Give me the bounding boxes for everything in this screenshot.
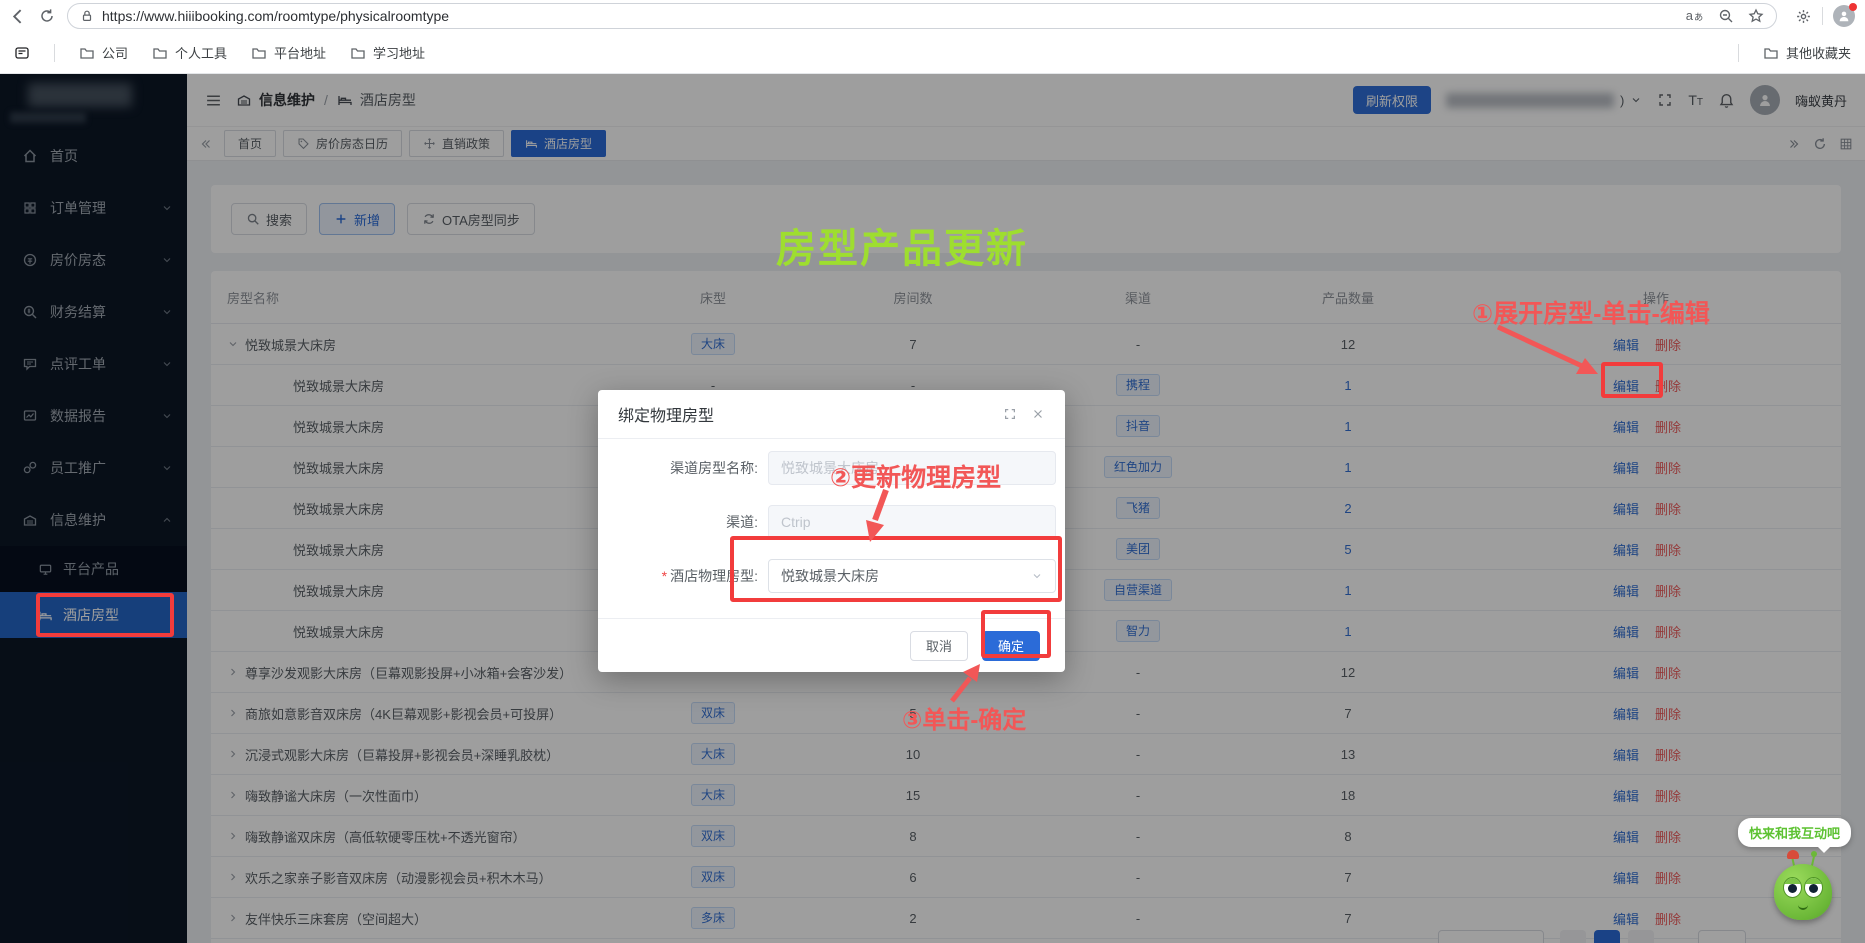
modal-close-icon[interactable] xyxy=(1031,407,1045,421)
annotation-box-edit-link xyxy=(1601,362,1663,398)
annotation-arrow-step1 xyxy=(1492,322,1604,384)
annotation-arrow-step2 xyxy=(846,486,902,546)
annotation-arrow-step3 xyxy=(938,658,1000,706)
favorite-star-icon[interactable] xyxy=(1748,8,1764,24)
notification-dot xyxy=(1849,3,1857,11)
mascot-hat xyxy=(1787,850,1799,859)
divider xyxy=(1738,44,1739,62)
app-window: 首页订单管理房价房态财务结算点评工单数据报告员工推广信息维护 平台产品酒店房型 … xyxy=(0,74,1865,943)
modal-title: 绑定物理房型 xyxy=(618,402,714,426)
mascot-bubble[interactable]: 快来和我互动吧 xyxy=(1738,818,1851,847)
person-icon xyxy=(1837,9,1851,23)
annotation-box-confirm-button xyxy=(981,610,1051,658)
back-icon[interactable] xyxy=(10,8,27,25)
bookmarks-bar: 公司 个人工具 平台地址 学习地址 其他收藏夹 xyxy=(0,32,1865,74)
mascot-assistant[interactable] xyxy=(1774,854,1834,920)
annotation-box-sidebar-room-type xyxy=(36,593,174,637)
folder-icon xyxy=(79,45,95,61)
divider xyxy=(54,44,55,62)
bookmark-folder-2[interactable]: 个人工具 xyxy=(152,43,227,62)
folder-icon xyxy=(152,45,168,61)
folder-icon xyxy=(1763,45,1779,61)
mascot-body xyxy=(1774,864,1832,920)
field-label: 渠道: xyxy=(598,512,768,532)
cancel-button[interactable]: 取消 xyxy=(910,631,968,661)
address-bar[interactable]: https://www.hiiibooking.com/roomtype/phy… xyxy=(67,3,1777,29)
other-bookmarks-label: 其他收藏夹 xyxy=(1786,43,1851,62)
field-input: Ctrip xyxy=(768,505,1056,539)
browser-toolbar: https://www.hiiibooking.com/roomtype/phy… xyxy=(0,0,1865,32)
modal-maximize-icon[interactable] xyxy=(1003,407,1017,421)
zoom-out-icon[interactable] xyxy=(1718,8,1734,24)
field-label: 渠道房型名称: xyxy=(598,458,768,478)
annotation-page-title: 房型产品更新 xyxy=(776,216,1028,274)
modal-field-2: 渠道:Ctrip xyxy=(598,505,1065,539)
refresh-icon[interactable] xyxy=(39,8,55,24)
reading-list-icon[interactable] xyxy=(14,45,30,61)
settings-icon[interactable] xyxy=(1795,8,1812,25)
bookmark-folder-4[interactable]: 学习地址 xyxy=(350,43,425,62)
bookmark-folder-1[interactable]: 公司 xyxy=(79,43,128,62)
bookmark-folder-3[interactable]: 平台地址 xyxy=(251,43,326,62)
divider xyxy=(1822,7,1823,25)
other-bookmarks-folder[interactable]: 其他收藏夹 xyxy=(1763,43,1851,62)
profile-avatar[interactable] xyxy=(1833,5,1855,27)
folder-icon xyxy=(350,45,366,61)
lock-icon xyxy=(80,9,94,23)
folder-icon xyxy=(251,45,267,61)
translate-icon[interactable]: aぁ xyxy=(1686,8,1704,24)
url-text[interactable]: https://www.hiiibooking.com/roomtype/phy… xyxy=(102,8,449,24)
